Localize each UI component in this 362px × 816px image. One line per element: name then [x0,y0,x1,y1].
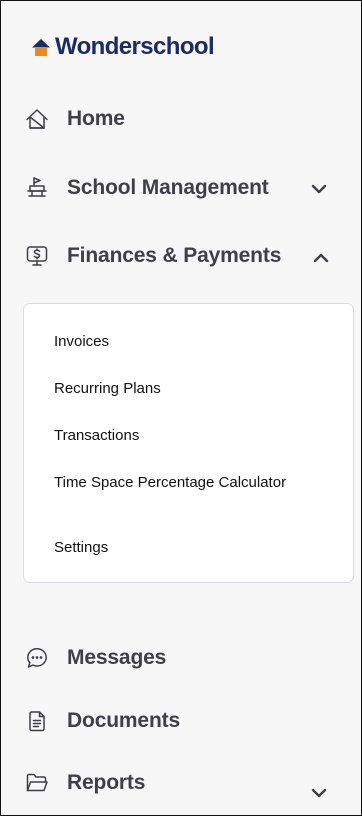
nav-item-school-management[interactable]: School Management [25,171,269,205]
chevron-down-icon[interactable] [311,184,327,194]
nav-item-messages[interactable]: Messages [25,641,166,675]
submenu-item-time-space-percentage-calculator[interactable]: Time Space Percentage Calculator [54,474,314,491]
nav-label-reports: Reports [67,771,146,794]
submenu-item-transactions[interactable]: Transactions [54,427,314,444]
wonderschool-logo[interactable]: Wonderschool [31,32,215,62]
finances-submenu: Invoices Recurring Plans Transactions Ti… [23,303,354,583]
nav-item-documents[interactable]: Documents [25,704,180,738]
document-icon [29,711,45,732]
submenu-item-recurring-plans[interactable]: Recurring Plans [54,380,314,397]
sidebar-navigation: Wonderschool Home School Management Fina… [0,0,362,816]
nav-label-messages: Messages [67,646,167,669]
chevron-down-icon[interactable] [311,788,327,798]
dollar-sign-icon [26,246,48,266]
brand-name: Wonderschool [55,33,215,60]
nav-item-finances-payments[interactable]: Finances & Payments [25,239,281,273]
chat-bubble-icon [27,648,47,668]
home-icon [26,109,48,129]
submenu-item-invoices[interactable]: Invoices [54,333,314,350]
nav-label-school-management: School Management [67,176,269,199]
nav-item-reports[interactable]: Reports [25,766,145,800]
house-logo-icon [32,39,50,56]
folder-icon [26,773,48,792]
nav-label-home: Home [67,107,125,130]
nav-label-finances-payments: Finances & Payments [67,244,282,267]
school-management-icon [27,177,47,197]
nav-label-documents: Documents [67,709,181,732]
submenu-item-settings[interactable]: Settings [54,539,314,556]
chevron-up-icon[interactable] [313,253,329,263]
nav-item-home[interactable]: Home [25,102,125,136]
